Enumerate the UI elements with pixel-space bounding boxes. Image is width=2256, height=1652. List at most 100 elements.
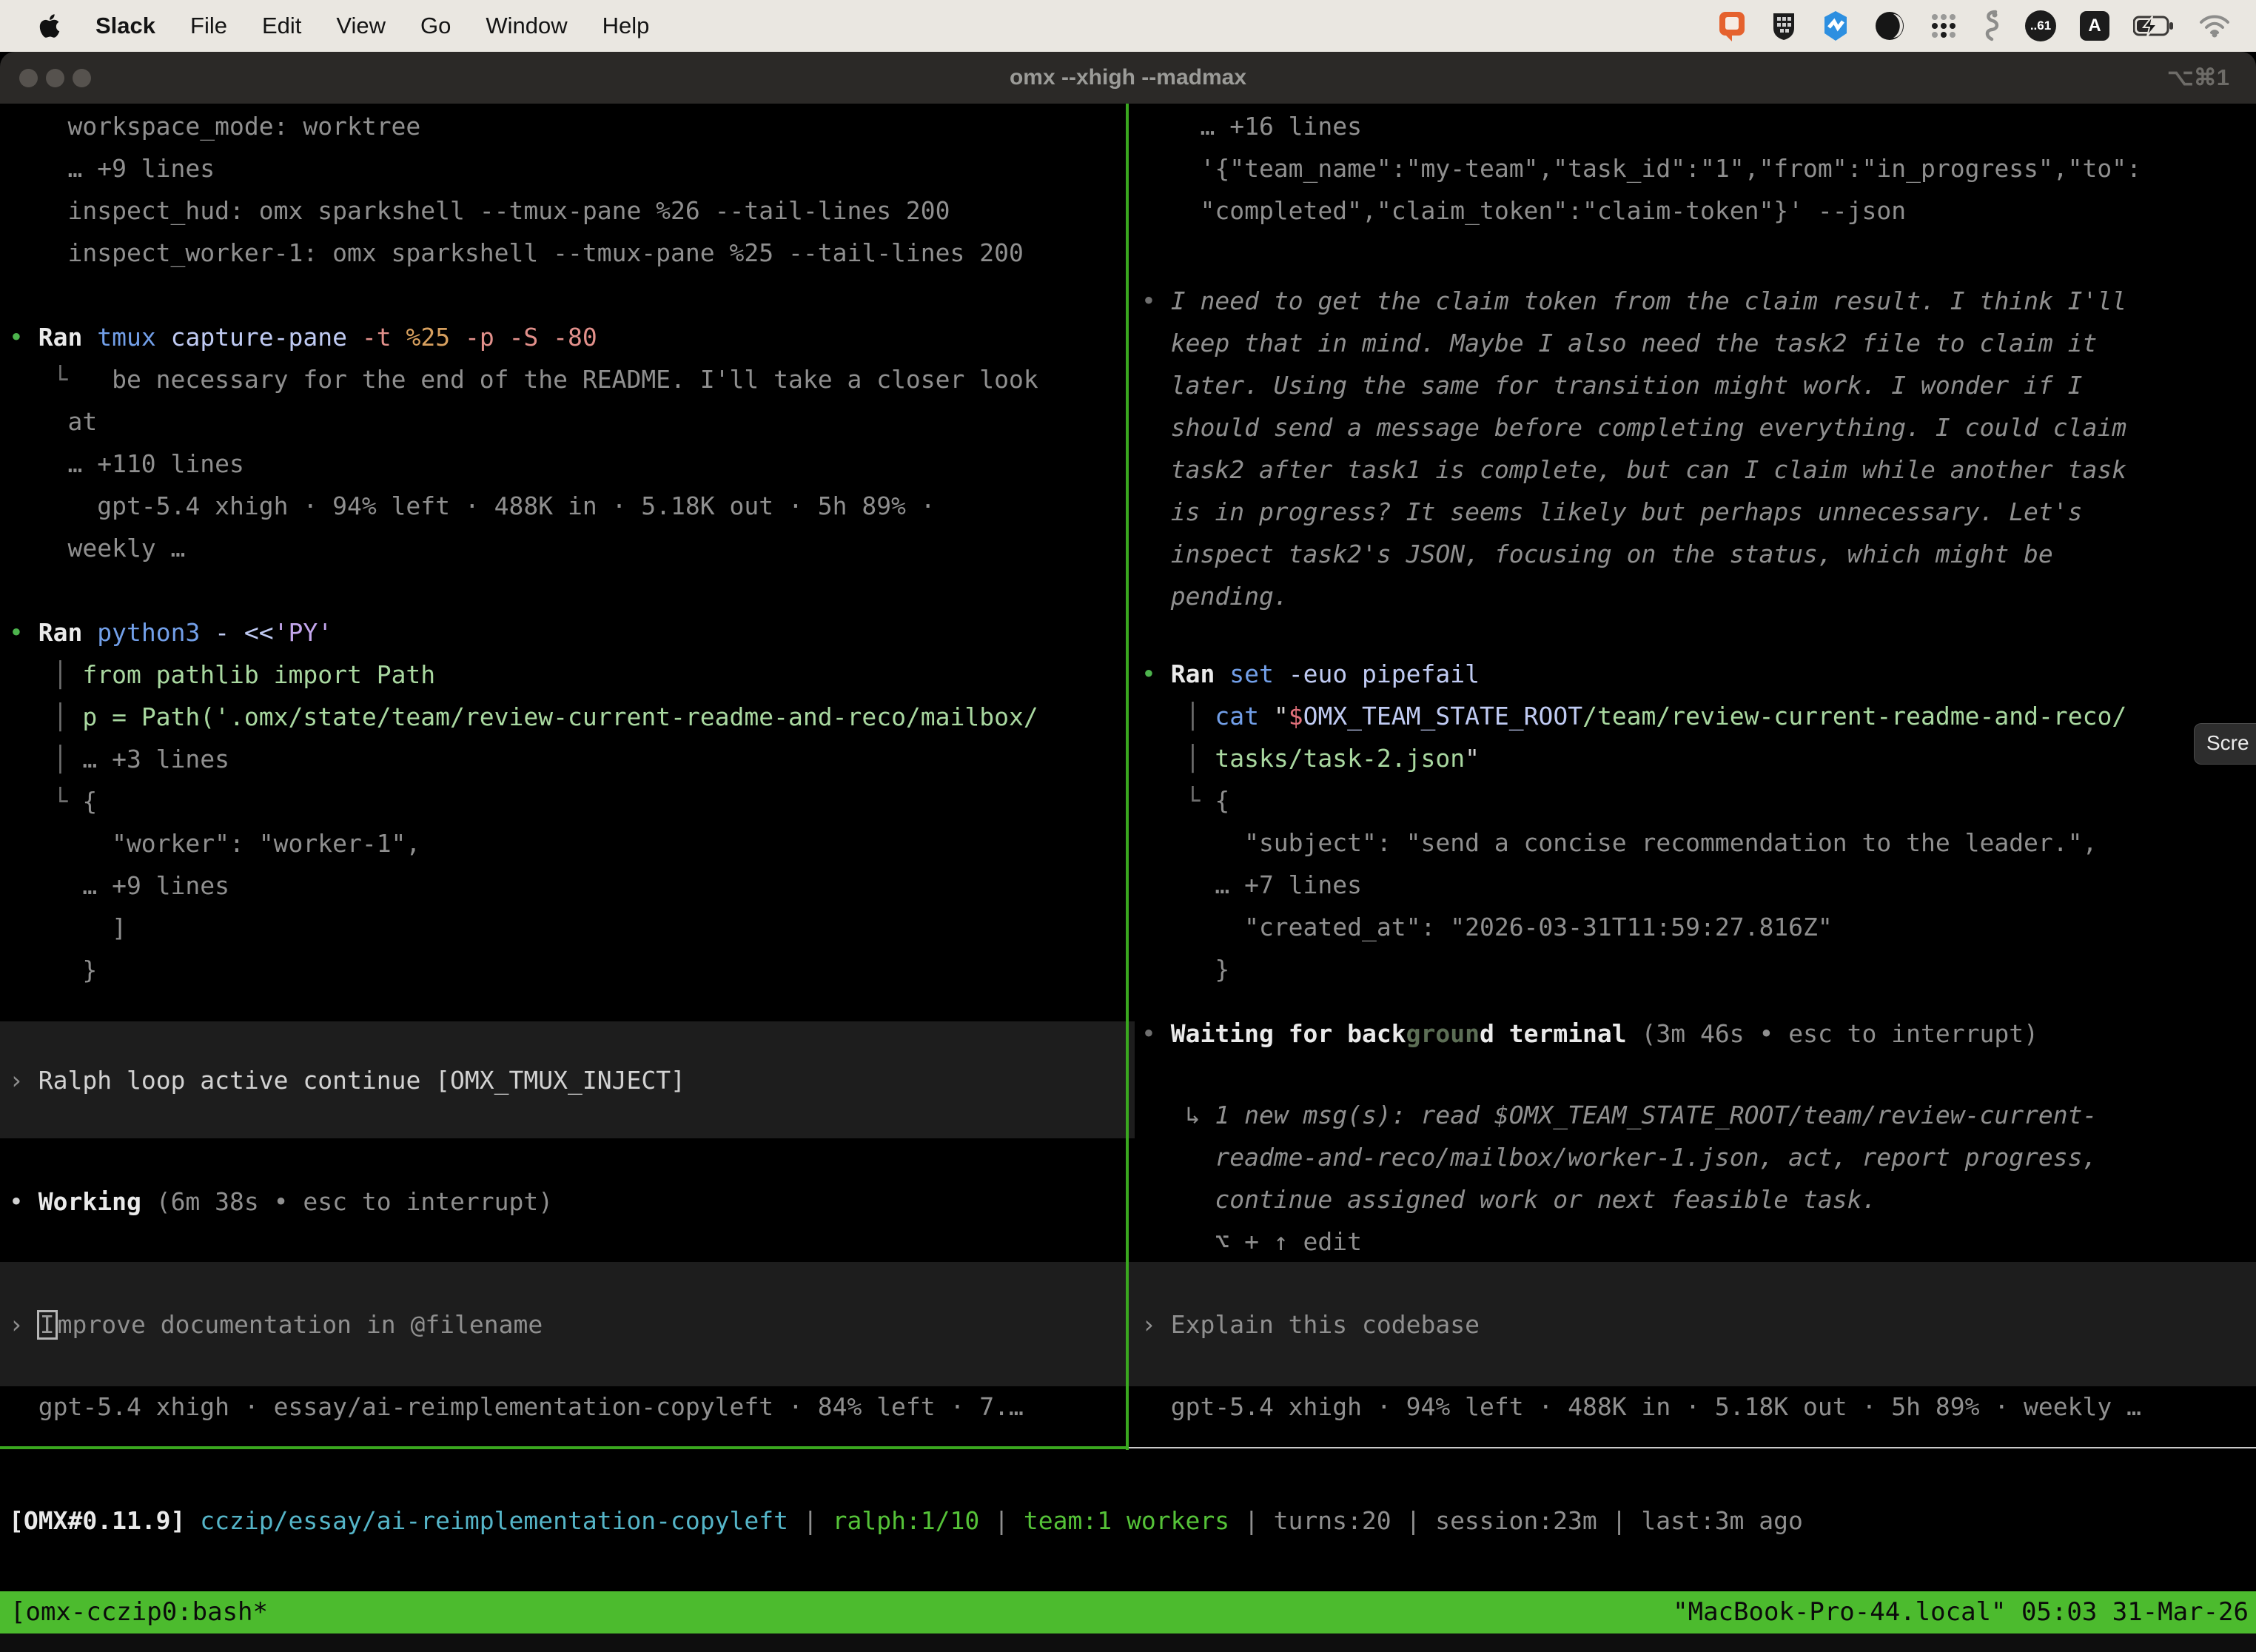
- text-segment: gpt-5.4 xhigh · 94% left · 488K in · 5.1…: [1141, 1392, 2141, 1421]
- terminal-line: }: [1141, 948, 2126, 990]
- text-segment: Ralph loop active continue [OMX_TMUX_INJ…: [38, 1066, 685, 1095]
- right-pane-message-note: ↳ 1 new msg(s): read $OMX_TEAM_STATE_ROO…: [1141, 1094, 2097, 1263]
- text-segment: … +16 lines: [1141, 112, 1362, 141]
- terminal-line: }: [9, 949, 1038, 991]
- battery-icon[interactable]: [2133, 10, 2175, 42]
- terminal-line: pending.: [1141, 575, 2126, 617]
- terminal-line: ]: [9, 907, 1038, 949]
- apple-icon[interactable]: [38, 10, 61, 42]
- screenshot-app-icon[interactable]: [1717, 10, 1747, 42]
- omx-status-bar: [OMX#0.11.9] cczip/essay/ai-reimplementa…: [9, 1500, 1803, 1542]
- text-segment: │: [9, 660, 82, 689]
- tmux-host-clock: "MacBook-Pro-44.local" 05:03 31-Mar-26: [1673, 1591, 2249, 1633]
- terminal-line: • Ran tmux capture-pane -t %25 -p -S -80: [9, 316, 1038, 358]
- left-pane-status-line: gpt-5.4 xhigh · essay/ai-reimplementatio…: [9, 1386, 1024, 1428]
- text-segment: … +3 lines: [82, 745, 229, 773]
- screen: { "colors": { "tmux_bar_green": "#4cbb2e…: [0, 0, 2256, 1652]
- terminal-line: [OMX#0.11.9] cczip/essay/ai-reimplementa…: [9, 1500, 1803, 1542]
- text-segment: inspect_worker-1: omx sparkshell --tmux-…: [9, 238, 1024, 267]
- text-segment: $: [1289, 702, 1303, 731]
- input-source-icon[interactable]: A: [2080, 11, 2109, 41]
- menubar-item-view[interactable]: View: [336, 13, 386, 39]
- wifi-icon[interactable]: [2198, 10, 2231, 42]
- grid-shield-icon[interactable]: [1770, 10, 1797, 42]
- menubar-item-go[interactable]: Go: [420, 13, 451, 39]
- terminal-line: is in progress? It seems likely but perh…: [1141, 491, 2126, 533]
- terminal-line: "created_at": "2026-03-31T11:59:27.816Z": [1141, 906, 2126, 948]
- terminal-line: at: [9, 400, 1038, 443]
- terminal-line: readme-and-reco/mailbox/worker-1.json, a…: [1141, 1136, 2097, 1178]
- left-pane-prompt-input[interactable]: › Improve documentation in @filename: [0, 1262, 1135, 1386]
- squiggle-icon[interactable]: [1982, 10, 2001, 42]
- text-segment: •: [9, 1187, 38, 1216]
- text-segment: ↳: [1141, 1101, 1215, 1129]
- terminal-line: [9, 569, 1038, 611]
- counter-badge-icon[interactable]: ..61: [2025, 10, 2056, 41]
- terminal-line: should send a message before completing …: [1141, 406, 2126, 449]
- text-segment: ›: [9, 1310, 38, 1339]
- tmux-session-label[interactable]: [omx-cczip0:bash*: [10, 1591, 268, 1633]
- text-segment: set: [1229, 659, 1274, 688]
- terminal-line: … +110 lines: [9, 443, 1038, 485]
- terminal-line: task2 after task1 is complete, but can I…: [1141, 449, 2126, 491]
- text-segment: •: [1141, 659, 1171, 688]
- left-pane-ralph-band: › Ralph loop active continue [OMX_TMUX_I…: [0, 1021, 1135, 1138]
- terminal-line: • Waiting for background terminal (3m 46…: [1141, 1013, 2038, 1055]
- text-segment: │: [9, 745, 82, 773]
- menubar-item-help[interactable]: Help: [602, 13, 650, 39]
- terminal-line: inspect task2's JSON, focusing on the st…: [1141, 533, 2126, 575]
- text-segment: •: [1141, 286, 1171, 315]
- text-segment: … +9 lines: [9, 154, 215, 183]
- right-pane-prompt-input[interactable]: › Explain this codebase: [1129, 1262, 2256, 1386]
- text-segment: python3: [97, 618, 200, 647]
- text-segment: ralph:1/10: [833, 1506, 995, 1535]
- text-segment: /team/review-current-readme-and-reco/: [1582, 702, 2126, 731]
- text-segment: {: [1215, 786, 1229, 815]
- text-segment: team:1 workers: [1024, 1506, 1244, 1535]
- menubar-app-name[interactable]: Slack: [95, 13, 155, 39]
- menubar-status-area: ..61 A: [1717, 10, 2256, 42]
- terminal-line: › Ralph loop active continue [OMX_TMUX_I…: [9, 1059, 685, 1101]
- text-segment: Ran: [38, 618, 97, 647]
- terminal-line: › Explain this codebase: [1141, 1303, 1480, 1346]
- terminal-line: '{"team_name":"my-team","task_id":"1","f…: [1141, 147, 2141, 189]
- terminal-line: │ cat "$OMX_TEAM_STATE_ROOT/team/review-…: [1141, 695, 2126, 737]
- text-segment: task2 after task1 is complete, but can I…: [1141, 455, 2126, 484]
- terminal-line: └ {: [1141, 779, 2126, 822]
- terminal-content: workspace_mode: worktree … +9 lines insp…: [0, 104, 2256, 1652]
- moon-circle-icon[interactable]: [1874, 10, 1905, 42]
- prompt-placeholder: › Improve documentation in @filename: [9, 1303, 543, 1346]
- menubar-item-file[interactable]: File: [190, 13, 227, 39]
- terminal-line: │ p = Path('.omx/state/team/review-curre…: [9, 696, 1038, 738]
- text-segment: "created_at": "2026-03-31T11:59:27.816Z": [1141, 913, 1833, 941]
- text-segment: … +7 lines: [1141, 870, 1362, 899]
- left-pane-working-status: • Working (6m 38s • esc to interrupt): [9, 1181, 553, 1223]
- text-segment: … +110 lines: [9, 449, 244, 478]
- text-segment: [OMX#0.11.9]: [9, 1506, 200, 1535]
- dots-grid-icon[interactable]: [1929, 10, 1958, 42]
- menubar-item-window[interactable]: Window: [486, 13, 567, 39]
- bolt-badge-icon[interactable]: [1821, 10, 1850, 42]
- left-pane-bottom-border: [0, 1446, 1126, 1449]
- right-pane-output-top[interactable]: … +16 lines '{"team_name":"my-team","tas…: [1141, 105, 2141, 232]
- terminal-line: • Working (6m 38s • esc to interrupt): [9, 1181, 553, 1223]
- text-segment: 1 new msg(s): read $OMX_TEAM_STATE_ROOT/…: [1215, 1101, 2097, 1129]
- ralph-loop-status: › Ralph loop active continue [OMX_TMUX_I…: [9, 1059, 685, 1101]
- prompt-placeholder: › Explain this codebase: [1141, 1303, 1480, 1346]
- menubar-item-edit[interactable]: Edit: [262, 13, 301, 39]
- text-segment: weekly …: [9, 534, 185, 563]
- terminal-line: "completed","claim_token":"claim-token"}…: [1141, 189, 2141, 232]
- window-shortcut-badge: ⌥⌘1: [2167, 52, 2229, 104]
- text-segment: d terminal: [1480, 1019, 1627, 1048]
- text-segment: └: [9, 365, 112, 394]
- text-segment: tasks/task-2.json: [1215, 744, 1465, 773]
- left-pane-output[interactable]: workspace_mode: worktree … +9 lines insp…: [9, 105, 1038, 991]
- pane-divider: [1126, 104, 1129, 1450]
- right-pane-ran-cat-block: • Ran set -euo pipefail │ cat "$OMX_TEAM…: [1141, 653, 2126, 990]
- terminal-line: inspect_hud: omx sparkshell --tmux-pane …: [9, 189, 1038, 232]
- terminal-line: … +16 lines: [1141, 105, 2141, 147]
- text-segment: Waiting for back: [1171, 1019, 1406, 1048]
- terminal-line: [9, 274, 1038, 316]
- text-segment: inspect task2's JSON, focusing on the st…: [1141, 540, 2053, 568]
- text-segment: should send a message before completing …: [1141, 413, 2126, 442]
